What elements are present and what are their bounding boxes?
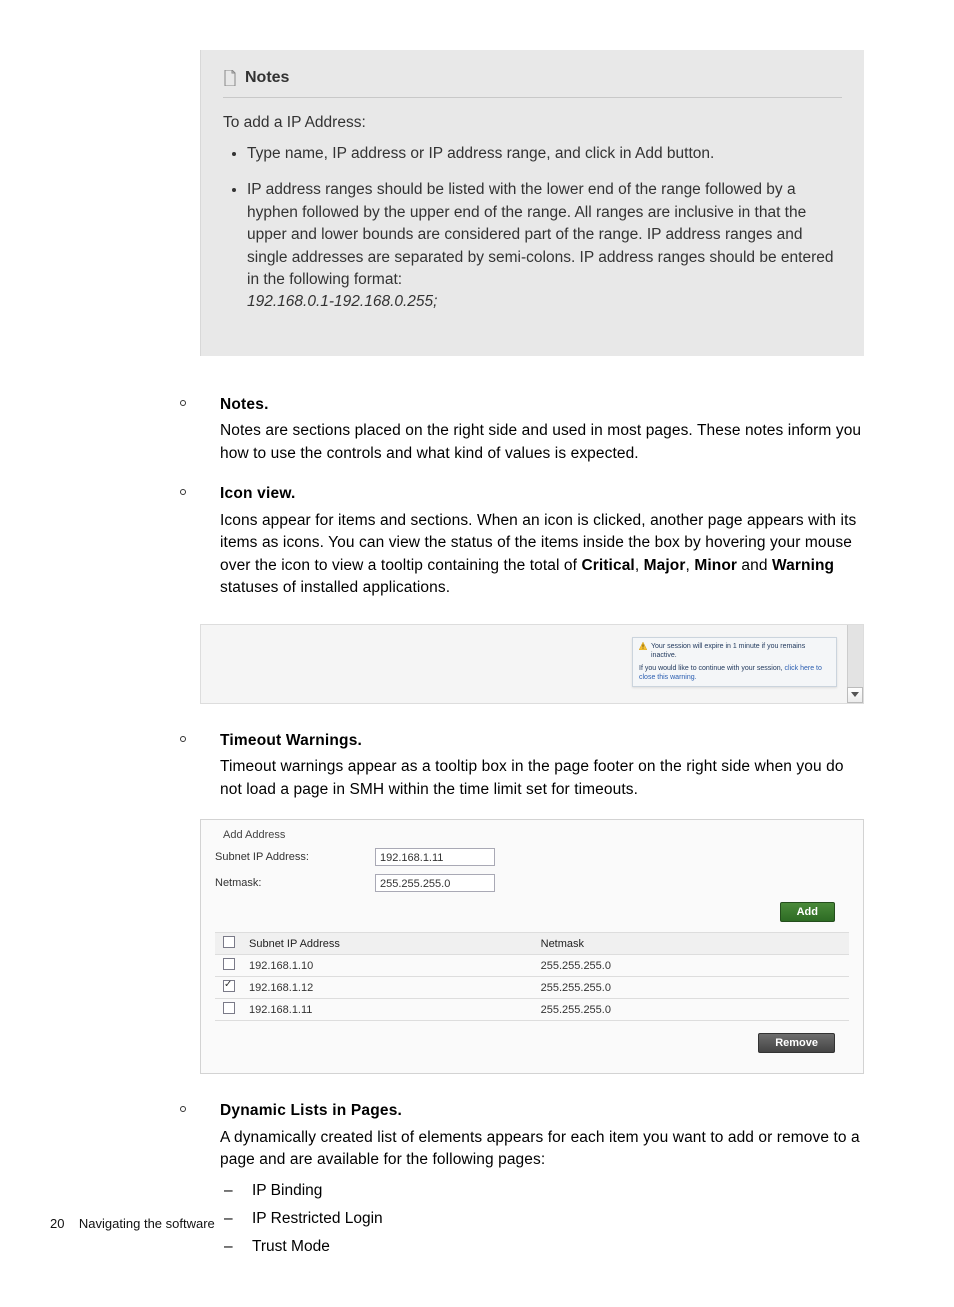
- body-list-2: Timeout Warnings. Timeout warnings appea…: [180, 730, 864, 801]
- cell-mask: 255.255.255.0: [535, 999, 849, 1021]
- cell-mask: 255.255.255.0: [535, 955, 849, 977]
- section-desc: Icons appear for items and sections. Whe…: [220, 510, 864, 600]
- section-title: Timeout Warnings.: [220, 730, 864, 752]
- notes-panel: Notes To add a IP Address: Type name, IP…: [200, 50, 864, 356]
- table-row: 192.168.1.11 255.255.255.0: [215, 999, 849, 1021]
- subnet-row: Subnet IP Address: 192.168.1.11: [215, 848, 849, 866]
- page-number: 20: [50, 1216, 64, 1231]
- bullet-icon: [180, 489, 186, 495]
- table-header-row: Subnet IP Address Netmask: [215, 933, 849, 955]
- row-checkbox[interactable]: [223, 958, 235, 970]
- notes-example: 192.168.0.1-192.168.0.255;: [247, 293, 437, 310]
- section-dynamic-lists: Dynamic Lists in Pages. A dynamically cr…: [180, 1100, 864, 1259]
- select-all-checkbox[interactable]: [223, 936, 235, 948]
- section-title: Icon view.: [220, 483, 864, 505]
- cell-ip: 192.168.1.11: [243, 999, 535, 1021]
- page-footer: 20 Navigating the software: [50, 1216, 215, 1231]
- cell-mask: 255.255.255.0: [535, 977, 849, 999]
- column-mask: Netmask: [535, 933, 849, 955]
- scroll-down-button[interactable]: [847, 687, 863, 703]
- add-button[interactable]: Add: [780, 902, 835, 922]
- section-title: Dynamic Lists in Pages.: [220, 1100, 864, 1122]
- bullet-icon: [180, 400, 186, 406]
- add-address-screenshot: Add Address Subnet IP Address: 192.168.1…: [200, 819, 864, 1074]
- bullet-icon: [180, 736, 186, 742]
- row-checkbox[interactable]: [223, 1002, 235, 1014]
- subnet-input[interactable]: 192.168.1.11: [375, 848, 495, 866]
- column-ip: Subnet IP Address: [243, 933, 535, 955]
- cell-ip: 192.168.1.10: [243, 955, 535, 977]
- body-list-3: Dynamic Lists in Pages. A dynamically cr…: [180, 1100, 864, 1259]
- document-icon: [223, 70, 237, 86]
- scrollbar-track[interactable]: [847, 625, 863, 687]
- cell-ip: 192.168.1.12: [243, 977, 535, 999]
- timeout-screenshot: Your session will expire in 1 minute if …: [200, 624, 864, 704]
- warning-icon: [639, 642, 647, 650]
- netmask-label: Netmask:: [215, 877, 375, 889]
- netmask-input[interactable]: 255.255.255.0: [375, 874, 495, 892]
- body-list: Notes. Notes are sections placed on the …: [180, 394, 864, 600]
- timeout-tooltip: Your session will expire in 1 minute if …: [632, 637, 837, 687]
- document-page: Notes To add a IP Address: Type name, IP…: [0, 0, 954, 1307]
- list-item: IP Restricted Login: [220, 1208, 864, 1230]
- section-timeout: Timeout Warnings. Timeout warnings appea…: [180, 730, 864, 801]
- notes-intro: To add a IP Address:: [223, 112, 842, 134]
- list-item: Trust Mode: [220, 1236, 864, 1258]
- notes-title: Notes: [245, 66, 289, 89]
- timeout-link-line: If you would like to continue with your …: [639, 664, 830, 682]
- table-row: 192.168.1.10 255.255.255.0: [215, 955, 849, 977]
- address-table: Subnet IP Address Netmask 192.168.1.10 2…: [215, 932, 849, 1021]
- timeout-warning-text: Your session will expire in 1 minute if …: [651, 642, 830, 660]
- section-notes: Notes. Notes are sections placed on the …: [180, 394, 864, 465]
- bullet-icon: [180, 1106, 186, 1112]
- section-title: Notes.: [220, 394, 864, 416]
- section-desc: A dynamically created list of elements a…: [220, 1127, 864, 1172]
- section-desc: Timeout warnings appear as a tooltip box…: [220, 756, 864, 801]
- section-desc: Notes are sections placed on the right s…: [220, 420, 864, 465]
- row-checkbox[interactable]: [223, 980, 235, 992]
- remove-button[interactable]: Remove: [758, 1033, 835, 1053]
- section-icon-view: Icon view. Icons appear for items and se…: [180, 483, 864, 599]
- notes-bullet-list: Type name, IP address or IP address rang…: [223, 143, 842, 314]
- dynamic-sublist: IP Binding IP Restricted Login Trust Mod…: [220, 1180, 864, 1259]
- netmask-row: Netmask: 255.255.255.0: [215, 874, 849, 892]
- list-item: IP Binding: [220, 1180, 864, 1202]
- subnet-label: Subnet IP Address:: [215, 851, 375, 863]
- table-row: 192.168.1.12 255.255.255.0: [215, 977, 849, 999]
- footer-section: Navigating the software: [79, 1216, 215, 1231]
- notes-bullet-1: Type name, IP address or IP address rang…: [247, 143, 842, 165]
- notes-bullet-2: IP address ranges should be listed with …: [247, 179, 842, 314]
- fieldset-legend: Add Address: [220, 829, 288, 841]
- notes-header: Notes: [223, 66, 842, 98]
